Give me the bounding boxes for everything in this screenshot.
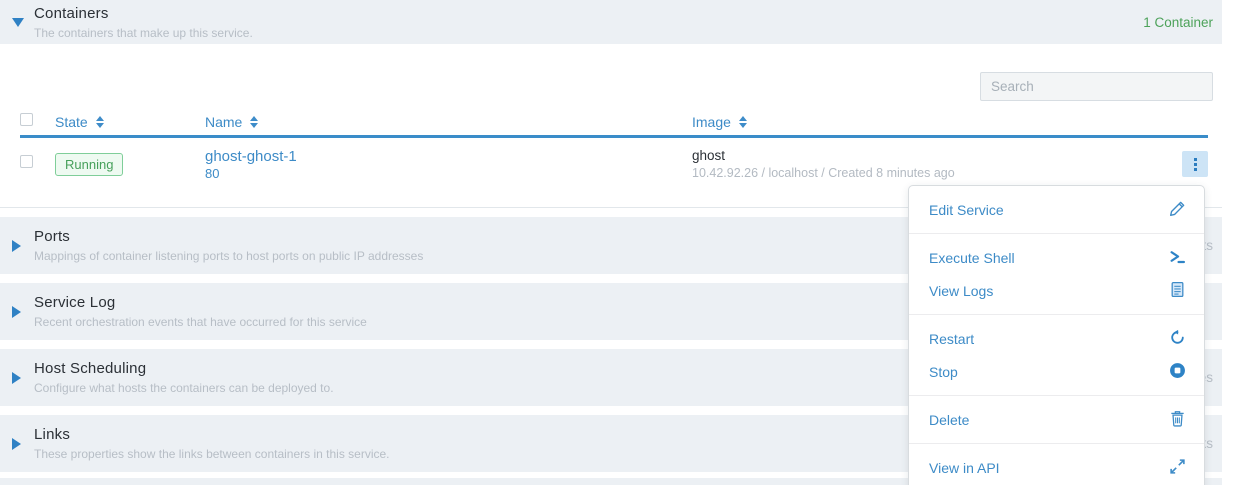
section-title-containers: Containers — [34, 5, 253, 22]
select-all-checkbox[interactable] — [20, 113, 33, 126]
section-title-service-log: Service Log — [34, 294, 367, 311]
menu-item-view-in-api[interactable]: View in API — [909, 451, 1204, 484]
menu-item-execute-shell[interactable]: Execute Shell — [909, 241, 1204, 274]
section-subtitle-host-scheduling: Configure what hosts the containers can … — [34, 381, 334, 395]
menu-item-delete[interactable]: Delete — [909, 403, 1204, 436]
restart-icon — [1169, 329, 1186, 349]
trash-icon — [1169, 410, 1186, 430]
row-actions-button[interactable] — [1182, 151, 1208, 177]
shell-icon — [1169, 248, 1186, 268]
containers-table-panel: State Name Image Running — [0, 44, 1222, 208]
menu-item-stop[interactable]: Stop — [909, 355, 1204, 388]
menu-item-edit-service[interactable]: Edit Service — [909, 193, 1204, 226]
image-name: ghost — [692, 148, 1152, 163]
container-count-badge: 1 Container — [1143, 15, 1222, 30]
menu-item-restart[interactable]: Restart — [909, 322, 1204, 355]
table-header-row: State Name Image — [20, 108, 1208, 138]
column-header-state[interactable]: State — [55, 114, 205, 130]
containers-section-header[interactable]: Containers The containers that make up t… — [0, 0, 1222, 44]
containers-table: State Name Image Running — [20, 108, 1208, 190]
container-port-link[interactable]: 80 — [205, 166, 692, 181]
section-count-fragment: ts — [1202, 238, 1222, 253]
context-menu: Edit Service Execute Shell View Logs — [908, 185, 1205, 485]
column-header-name[interactable]: Name — [205, 114, 692, 130]
section-title-links: Links — [34, 426, 390, 443]
section-title-ports: Ports — [34, 228, 423, 245]
image-detail: 10.42.92.26 / localhost / Created 8 minu… — [692, 166, 1152, 180]
collapse-arrow-icon[interactable] — [12, 18, 24, 27]
expand-arrow-icon[interactable] — [12, 438, 21, 450]
sort-icon — [96, 116, 104, 128]
row-checkbox[interactable] — [20, 155, 33, 168]
section-subtitle-links: These properties show the links between … — [34, 447, 390, 461]
expand-arrow-icon[interactable] — [12, 372, 21, 384]
sort-icon — [739, 116, 747, 128]
expand-arrow-icon[interactable] — [12, 306, 21, 318]
sort-icon — [250, 116, 258, 128]
service-detail-page: Containers The containers that make up t… — [0, 0, 1237, 485]
stop-icon — [1169, 362, 1186, 382]
menu-item-view-logs[interactable]: View Logs — [909, 274, 1204, 307]
file-icon — [1169, 281, 1186, 301]
containers-section: Containers The containers that make up t… — [0, 0, 1237, 208]
status-badge: Running — [55, 153, 123, 176]
pencil-icon — [1169, 200, 1186, 220]
section-title-host-scheduling: Host Scheduling — [34, 360, 334, 377]
section-subtitle-containers: The containers that make up this service… — [34, 26, 253, 40]
expand-arrow-icon[interactable] — [12, 240, 21, 252]
container-name-link[interactable]: ghost-ghost-1 — [205, 148, 692, 165]
section-subtitle-ports: Mappings of container listening ports to… — [34, 249, 423, 263]
column-header-image[interactable]: Image — [692, 114, 1152, 130]
section-subtitle-service-log: Recent orchestration events that have oc… — [34, 315, 367, 329]
table-row: Running ghost-ghost-1 80 ghost 10.42.92.… — [20, 138, 1208, 190]
external-link-icon — [1169, 458, 1186, 478]
search-input[interactable] — [980, 72, 1213, 101]
